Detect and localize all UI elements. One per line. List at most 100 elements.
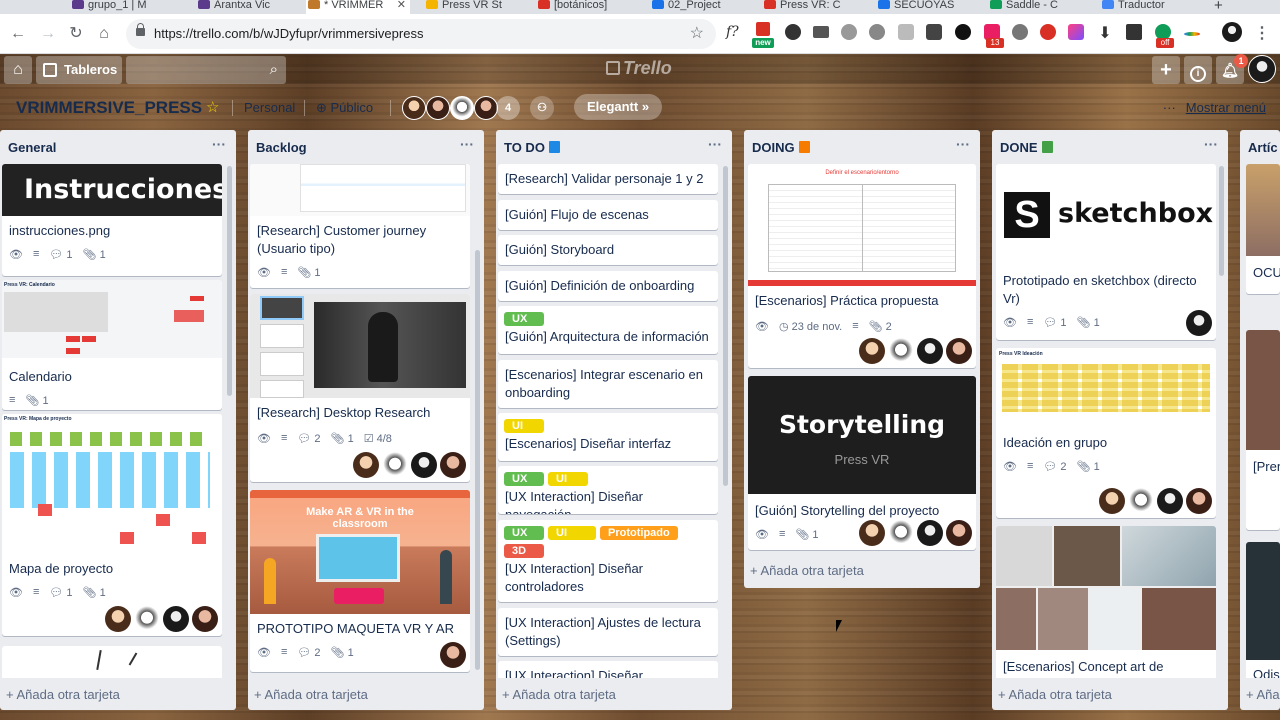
board-star-icon[interactable]: ☆ [206, 98, 219, 116]
list-menu-icon[interactable]: ··· [708, 136, 722, 152]
notifications-button[interactable]: 🔔︎ 1 [1216, 54, 1248, 84]
card[interactable]: UX UI [UX Interaction] Diseñar navegación [498, 466, 718, 514]
card[interactable] [2, 646, 222, 678]
add-card-button[interactable]: + Añada otra tarjeta [6, 687, 120, 702]
add-card-button[interactable]: + Aña [1246, 687, 1280, 702]
extension-icon[interactable] [926, 24, 942, 40]
card[interactable]: UI [Escenarios] Diseñar interfaz [498, 413, 718, 461]
profile-avatar[interactable] [1222, 22, 1242, 42]
card[interactable]: [UX Interaction] Diseñar animaciones [498, 661, 718, 678]
card[interactable]: Definir el escenario/entorno [Escenarios… [748, 164, 976, 368]
label-ux[interactable]: UX [504, 312, 544, 326]
card[interactable]: Press VR Ideación Ideación en grupo 👁︎ ≡… [996, 348, 1216, 518]
user-avatar[interactable] [1248, 55, 1276, 83]
member-avatar[interactable] [402, 96, 426, 120]
card[interactable]: [Guión] Storyboard [498, 235, 718, 265]
invite-button[interactable]: ⚇ [530, 96, 554, 120]
card[interactable]: [Pren [1246, 330, 1280, 530]
list-title[interactable]: DONE [1000, 140, 1053, 155]
label-ux[interactable]: UX [504, 526, 544, 540]
browser-tab[interactable]: Press VR: C [762, 0, 862, 14]
card[interactable]: Press VR: Mapa de proyecto Mapa de proye… [2, 414, 222, 636]
member-avatar[interactable] [440, 642, 466, 668]
board-title[interactable]: VRIMMERSIVE_PRESS [16, 98, 202, 118]
extension-icon[interactable] [785, 24, 801, 40]
browser-tab[interactable]: [botánicos] [536, 0, 640, 14]
browser-tab[interactable]: Press VR St [424, 0, 524, 14]
card[interactable]: UX [Guión] Arquitectura de información [498, 306, 718, 354]
member-avatar[interactable] [946, 520, 972, 546]
member-avatar[interactable] [440, 452, 466, 478]
new-tab-button[interactable]: + [1214, 0, 1223, 14]
member-avatar[interactable] [382, 452, 408, 478]
card[interactable]: [Escenarios] Integrar escenario en onboa… [498, 360, 718, 408]
list-scrollbar[interactable] [723, 166, 728, 486]
add-card-button[interactable]: + Añada otra tarjeta [254, 687, 368, 702]
label-3d[interactable]: 3D [504, 544, 544, 558]
extension-icon[interactable] [756, 22, 770, 36]
mail-extension-icon[interactable] [813, 26, 829, 38]
info-button[interactable]: i [1184, 56, 1212, 84]
member-count[interactable]: 4 [496, 96, 520, 120]
list-title[interactable]: DOING [752, 140, 810, 155]
member-avatar[interactable] [353, 452, 379, 478]
reload-icon[interactable]: ↻ [66, 24, 86, 44]
add-card-button[interactable]: + Añada otra tarjeta [750, 563, 864, 578]
elegantt-button[interactable]: Elegantt » [574, 94, 662, 120]
due-date-badge[interactable]: ◷ 23 de nov. [779, 320, 842, 333]
card[interactable]: Press VR: Calendario Calendario ≡ 📎︎ 1 [2, 280, 222, 410]
extension-icon[interactable] [841, 24, 857, 40]
member-avatar[interactable] [859, 338, 885, 364]
card[interactable]: [Research] Customer journey (Usuario tip… [250, 164, 470, 288]
member-avatar[interactable] [474, 96, 498, 120]
member-avatar[interactable] [946, 338, 972, 364]
list-menu-icon[interactable]: ··· [212, 136, 226, 152]
browser-tab[interactable]: 02_Project [650, 0, 752, 14]
home-button[interactable]: ⌂ [4, 56, 32, 84]
boards-button[interactable]: Tableros [36, 56, 122, 84]
card[interactable]: Storytelling Press VR [Guión] Storytelli… [748, 376, 976, 550]
card[interactable]: S sketchbox Prototipado en sketchbox (di… [996, 164, 1216, 340]
extension-icon[interactable] [1126, 24, 1142, 40]
extension-icon[interactable] [1184, 32, 1200, 36]
list-scrollbar[interactable] [475, 250, 480, 670]
trello-logo[interactable]: Trello [606, 58, 672, 79]
add-card-button[interactable]: + Añada otra tarjeta [502, 687, 616, 702]
visibility-button[interactable]: ⊕ Público [316, 100, 373, 116]
extension-icon[interactable] [955, 24, 971, 40]
back-icon[interactable]: ← [8, 24, 28, 44]
label-ui[interactable]: UI [504, 419, 544, 433]
list-title[interactable]: Artíc [1248, 140, 1278, 155]
list-menu-icon[interactable]: ··· [460, 136, 474, 152]
browser-menu-icon[interactable]: ⋮ [1252, 24, 1272, 44]
bookmark-star-icon[interactable]: ☆ [690, 23, 704, 43]
extension-icon[interactable] [1012, 24, 1028, 40]
browser-tab[interactable]: Traductor [1100, 0, 1200, 14]
url-text[interactable]: https://trello.com/b/wJDyfupr/vrimmersiv… [154, 26, 423, 41]
member-avatar[interactable] [1157, 488, 1183, 514]
member-avatar[interactable] [426, 96, 450, 120]
label-prototipado[interactable]: Prototipado [600, 526, 678, 540]
card[interactable]: UX UI Prototipado 3D [UX Interaction] Di… [498, 520, 718, 602]
member-avatar[interactable] [1099, 488, 1125, 514]
card[interactable]: [Research] Validar personaje 1 y 2 [498, 164, 718, 194]
member-avatar[interactable] [888, 520, 914, 546]
browser-tab[interactable]: grupo_1 | M [70, 0, 188, 14]
list-menu-icon[interactable]: ··· [1204, 136, 1218, 152]
member-avatar[interactable] [105, 606, 131, 632]
member-avatar[interactable] [917, 520, 943, 546]
home-icon[interactable]: ⌂ [94, 24, 114, 44]
team-button[interactable]: Personal [244, 100, 295, 115]
label-ui[interactable]: UI [548, 472, 588, 486]
member-avatar[interactable] [450, 96, 474, 120]
member-avatar[interactable] [917, 338, 943, 364]
tab-close-icon[interactable]: ✕ [397, 0, 406, 11]
browser-tab-active[interactable]: * VRIMMER ✕ [306, 0, 410, 14]
browser-tab[interactable]: Saddle - C [988, 0, 1088, 14]
card[interactable]: [UX Interaction] Ajustes de lectura (Set… [498, 608, 718, 656]
download-icon[interactable]: ⬇ [1095, 24, 1115, 44]
add-card-button[interactable]: + Añada otra tarjeta [998, 687, 1112, 702]
card[interactable]: Make AR & VR in the classroom PROTOTIPO … [250, 490, 470, 672]
search-input[interactable]: ⌕ [126, 56, 286, 84]
card[interactable]: [Guión] Flujo de escenas [498, 200, 718, 230]
